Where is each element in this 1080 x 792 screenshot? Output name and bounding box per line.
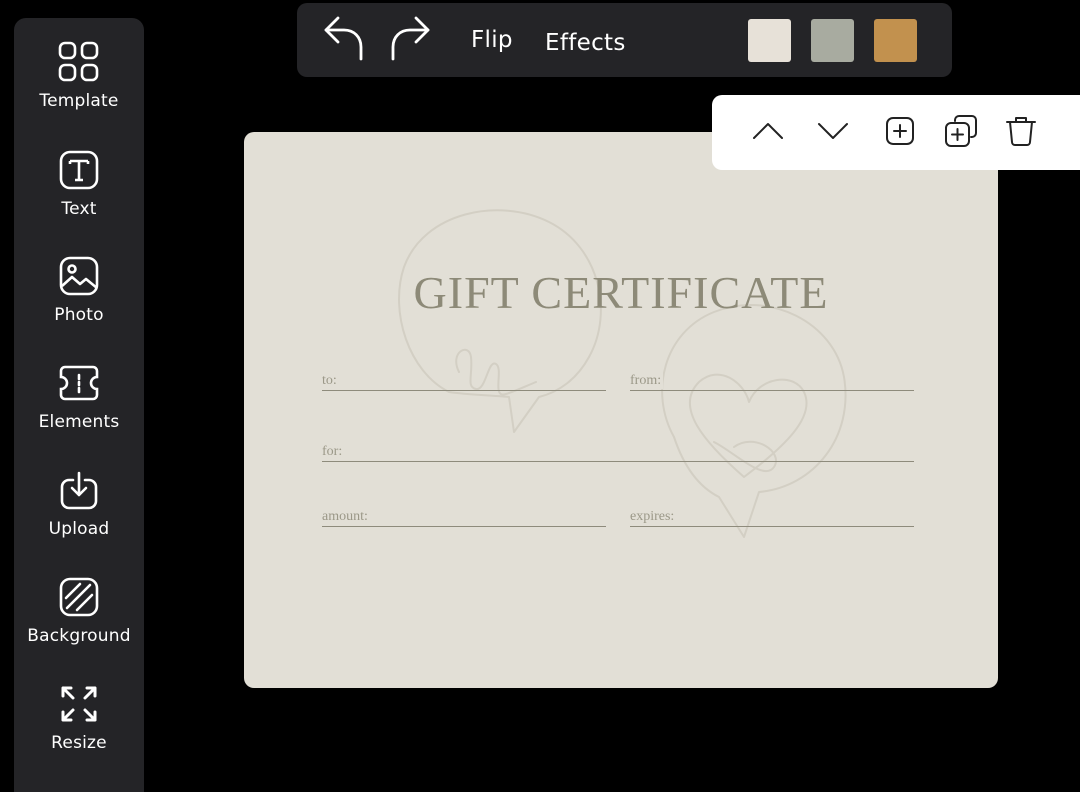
field-rule xyxy=(322,526,606,527)
field-label-to: to: xyxy=(322,373,339,389)
undo-button[interactable] xyxy=(321,16,369,68)
sidebar-item-label: Text xyxy=(61,199,97,219)
effects-button[interactable]: Effects xyxy=(545,30,626,56)
template-grid-icon xyxy=(57,40,101,84)
move-up-button[interactable] xyxy=(749,114,787,152)
field-expires[interactable]: expires: xyxy=(630,503,914,527)
sidebar-item-elements[interactable]: Elements xyxy=(14,361,144,457)
field-for[interactable]: for: xyxy=(322,438,914,462)
field-amount[interactable]: amount: xyxy=(322,503,606,527)
undo-arrow-icon xyxy=(321,14,369,70)
redo-button[interactable] xyxy=(385,16,433,68)
field-from[interactable]: from: xyxy=(630,367,914,391)
color-swatch-gold[interactable] xyxy=(874,19,917,62)
color-swatch-cream[interactable] xyxy=(748,19,791,62)
field-rule xyxy=(322,390,606,391)
sidebar-item-label: Upload xyxy=(48,519,110,539)
add-square-icon xyxy=(881,112,919,154)
certificate-title[interactable]: GIFT CERTIFICATE xyxy=(244,266,998,319)
text-icon xyxy=(57,148,101,192)
sidebar-item-photo[interactable]: Photo xyxy=(14,254,144,350)
field-to[interactable]: to: xyxy=(322,367,606,391)
sidebar-item-label: Resize xyxy=(51,733,107,753)
sidebar-item-template[interactable]: Template xyxy=(14,40,144,136)
editor-stage: Template Text Photo Elements Upload Back… xyxy=(0,0,1080,792)
duplicate-button[interactable] xyxy=(942,114,980,152)
sidebar-item-resize[interactable]: Resize xyxy=(14,682,144,778)
photo-icon xyxy=(57,254,101,298)
delete-button[interactable] xyxy=(1002,114,1040,152)
resize-arrows-icon xyxy=(57,682,101,726)
add-element-button[interactable] xyxy=(881,114,919,152)
field-label-amount: amount: xyxy=(322,509,370,525)
move-down-button[interactable] xyxy=(814,114,852,152)
sidebar-item-label: Photo xyxy=(54,305,104,325)
elements-ticket-icon xyxy=(57,361,101,405)
background-stripes-icon xyxy=(57,575,101,619)
sidebar-item-text[interactable]: Text xyxy=(14,148,144,244)
chevron-down-icon xyxy=(814,112,852,154)
top-toolbar: Flip Effects xyxy=(297,3,952,77)
flip-button[interactable]: Flip xyxy=(471,27,513,53)
field-label-expires: expires: xyxy=(630,509,677,525)
field-rule xyxy=(630,526,914,527)
chevron-up-icon xyxy=(749,112,787,154)
trash-icon xyxy=(1002,112,1040,154)
duplicate-icon xyxy=(942,112,980,154)
element-context-toolbar xyxy=(712,95,1080,170)
certificate-canvas[interactable]: GIFT CERTIFICATE to: from: for: amount: … xyxy=(244,132,998,688)
field-rule xyxy=(322,461,914,462)
field-rule xyxy=(630,390,914,391)
doodle-decoration xyxy=(398,209,847,538)
field-label-from: from: xyxy=(630,373,664,389)
sidebar-item-label: Template xyxy=(39,91,119,111)
color-swatch-sage[interactable] xyxy=(811,19,854,62)
redo-arrow-icon xyxy=(385,14,433,70)
upload-icon xyxy=(57,468,101,512)
sidebar-item-background[interactable]: Background xyxy=(14,575,144,671)
field-label-for: for: xyxy=(322,444,345,460)
sidebar-item-label: Background xyxy=(27,626,131,646)
sidebar-item-label: Elements xyxy=(38,412,120,432)
left-sidebar: Template Text Photo Elements Upload Back… xyxy=(14,18,144,792)
sidebar-item-upload[interactable]: Upload xyxy=(14,468,144,564)
